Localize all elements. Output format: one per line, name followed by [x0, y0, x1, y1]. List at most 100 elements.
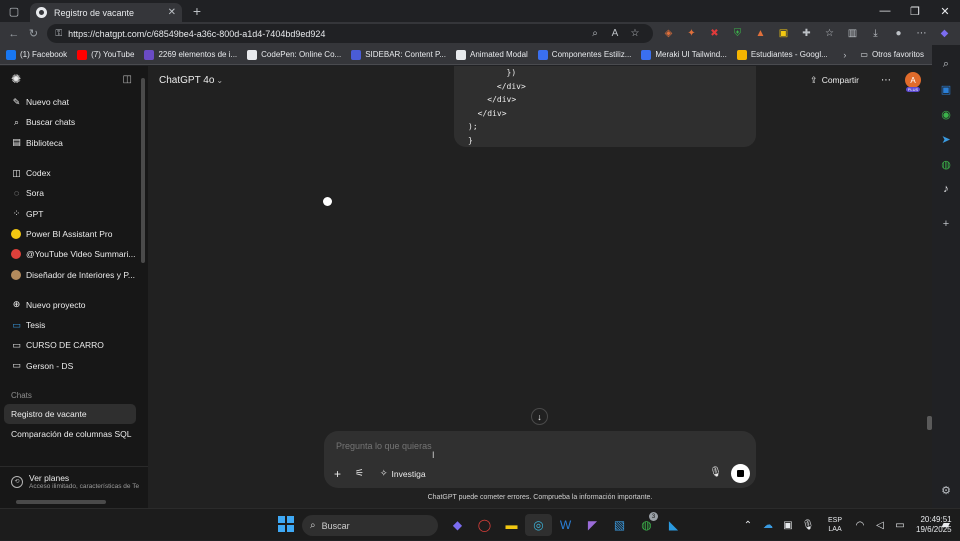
sidebar-item-new-chat[interactable]: ✎ Nuevo chat: [0, 92, 148, 112]
whatsapp-taskbar-icon[interactable]: ◍ 3: [633, 512, 660, 536]
investiga-button[interactable]: ✧ Investiga: [380, 468, 426, 479]
outlook-icon[interactable]: ▣: [935, 78, 957, 100]
windows-start-button[interactable]: [278, 516, 294, 532]
extension-icon-6[interactable]: ▣: [772, 28, 795, 39]
collections-icon[interactable]: ▥: [841, 28, 864, 39]
new-chat-icon: ✎: [12, 96, 21, 107]
bookmark-meraki[interactable]: Meraki UI Tailwind...: [641, 49, 727, 60]
opera-icon[interactable]: ◯: [471, 514, 498, 536]
sidebar-vertical-scrollbar[interactable]: [141, 78, 145, 263]
sidebar-item-codex[interactable]: ◫ Codex: [0, 163, 148, 183]
sidebar-item-youtube-summarizer[interactable]: @YouTube Video Summari...: [0, 244, 148, 264]
notifications-icon[interactable]: ▰: [942, 518, 950, 531]
extension-icon-3[interactable]: ✖: [703, 28, 726, 39]
close-window-icon[interactable]: ✕: [930, 0, 960, 22]
edge-browser-icon[interactable]: ◎: [525, 514, 552, 536]
search-icon[interactable]: ⌕: [935, 53, 957, 75]
extension-icon-5[interactable]: ▲: [749, 28, 772, 39]
prompt-input[interactable]: [336, 441, 636, 451]
maximize-icon[interactable]: ❐: [900, 0, 930, 22]
sidebar-item-gerson-ds[interactable]: ▭ Gerson - DS: [0, 356, 148, 376]
reload-icon[interactable]: ↻: [24, 27, 44, 40]
bookmark-facebook[interactable]: (1) Facebook: [6, 49, 67, 60]
file-explorer-icon[interactable]: ▬: [498, 514, 525, 536]
microphone-tray-icon[interactable]: 🎙︎: [798, 520, 818, 531]
wifi-icon[interactable]: ◠: [850, 520, 870, 531]
view-plans-button[interactable]: ⟲ Ver planes Acceso ilimitado, caracterí…: [0, 466, 148, 496]
whatsapp-icon[interactable]: ◍: [935, 153, 957, 175]
sidebar-horizontal-scrollbar[interactable]: [16, 500, 106, 504]
taskbar-search-box[interactable]: ⌕ Buscar: [302, 515, 438, 536]
tiktok-icon[interactable]: ♪: [935, 178, 957, 200]
stop-generating-button[interactable]: [731, 464, 750, 483]
new-tab-button[interactable]: +: [186, 3, 208, 19]
telegram-icon[interactable]: ➤: [935, 128, 957, 150]
extension-icon-2[interactable]: ✦: [680, 28, 703, 39]
zoom-icon[interactable]: ⌕: [585, 28, 605, 39]
sidebar-item-search-chats[interactable]: ⌕ Buscar chats: [0, 112, 148, 132]
extensions-puzzle-icon[interactable]: ✚: [795, 28, 818, 39]
model-selector[interactable]: ChatGPT 4o ⌄: [159, 75, 223, 86]
sidebar-item-new-project[interactable]: ⊕ Nuevo proyecto: [0, 295, 148, 315]
shield-extension-icon[interactable]: ⛨: [726, 28, 749, 39]
favorite-star-icon[interactable]: ☆: [625, 28, 645, 39]
openai-logo-icon[interactable]: ✺: [11, 72, 21, 86]
visual-studio-icon[interactable]: ◤: [579, 514, 606, 536]
read-aloud-icon[interactable]: A: [605, 28, 625, 39]
browser-tab-active[interactable]: Registro de vacante ✕: [30, 3, 182, 22]
battery-icon[interactable]: ▭: [890, 520, 910, 531]
back-icon[interactable]: ←: [4, 28, 24, 40]
bookmark-elementos[interactable]: 2269 elementos de i...: [144, 49, 237, 60]
language-indicator[interactable]: ESP LAA: [828, 516, 842, 534]
chat-item-comparacion-sql[interactable]: Comparación de columnas SQL: [4, 424, 136, 444]
sidebar-item-curso-de-carro[interactable]: ▭ CURSO DE CARRO: [0, 335, 148, 355]
minimize-icon[interactable]: —: [870, 0, 900, 22]
meet-icon[interactable]: ▣: [778, 520, 798, 531]
sidebar-item-gpt[interactable]: ⁘ GPT: [0, 203, 148, 223]
sidebar-item-interior-designer[interactable]: Diseñador de Interiores y P...: [0, 264, 148, 284]
library-icon: ▤: [12, 137, 21, 148]
bookmark-codepen[interactable]: CodePen: Online Co...: [247, 49, 341, 60]
chat-item-registro-de-vacante[interactable]: Registro de vacante: [4, 403, 136, 424]
more-options-icon[interactable]: ⋯: [881, 75, 891, 86]
copilot-icon[interactable]: ◆: [933, 28, 956, 39]
games-icon[interactable]: ◉: [935, 103, 957, 125]
user-avatar[interactable]: A PLUS: [905, 72, 921, 92]
bookmark-sidebar[interactable]: SIDEBAR: Content P...: [351, 49, 446, 60]
copilot-taskbar-icon[interactable]: ◆: [444, 514, 471, 536]
bookmark-animated-modal[interactable]: Animated Modal: [455, 49, 528, 60]
word-icon[interactable]: W: [552, 514, 579, 536]
chevron-up-icon[interactable]: ⌃: [738, 520, 758, 531]
settings-gear-icon[interactable]: ⚙: [935, 479, 957, 501]
favorites-icon[interactable]: ☆: [818, 28, 841, 39]
sidebar-item-sora[interactable]: ◌ Sora: [0, 183, 148, 203]
bookmarks-overflow-icon[interactable]: ›: [843, 50, 846, 60]
bookmark-estudiantes[interactable]: Estudiantes - Googl...: [736, 49, 828, 60]
bookmark-componentes[interactable]: Componentes Estiliz...: [537, 49, 631, 60]
profile-icon[interactable]: ●: [887, 28, 910, 39]
main-scrollbar[interactable]: [927, 416, 932, 430]
url-field[interactable]: ⚿ https://chatgpt.com/c/68549be4-a36c-80…: [47, 24, 653, 43]
tools-sliders-button[interactable]: ⚟: [355, 468, 364, 479]
microphone-button[interactable]: 🎙︎: [709, 467, 722, 478]
volume-icon[interactable]: ◁: [870, 520, 890, 531]
sidebar-item-power-bi[interactable]: Power BI Assistant Pro: [0, 224, 148, 244]
bookmark-youtube[interactable]: (7) YouTube: [77, 49, 134, 60]
sql-tool-icon[interactable]: ▧: [606, 514, 633, 536]
site-info-icon[interactable]: ⚿: [55, 28, 62, 39]
other-bookmarks-folder[interactable]: ▭ Otros favoritos: [860, 50, 924, 59]
downloads-icon[interactable]: ⤓: [864, 28, 887, 39]
extension-icon-1[interactable]: ◈: [657, 28, 680, 39]
onedrive-icon[interactable]: ☁: [758, 520, 778, 531]
sidebar-toggle-icon[interactable]: ◫: [123, 74, 132, 85]
share-button[interactable]: ⇪ Compartir: [810, 75, 859, 86]
sidebar-item-library[interactable]: ▤ Biblioteca: [0, 133, 148, 153]
tab-actions-icon[interactable]: ▢: [0, 0, 28, 22]
vscode-icon[interactable]: ◣: [660, 514, 687, 536]
close-tab-icon[interactable]: ✕: [168, 7, 176, 18]
attach-plus-button[interactable]: +: [334, 467, 341, 481]
add-sidebar-app-icon[interactable]: +: [935, 213, 957, 235]
sidebar-item-tesis[interactable]: ▭ Tesis: [0, 315, 148, 335]
more-menu-icon[interactable]: ⋯: [910, 28, 933, 39]
scroll-to-bottom-button[interactable]: ↓: [531, 408, 548, 425]
